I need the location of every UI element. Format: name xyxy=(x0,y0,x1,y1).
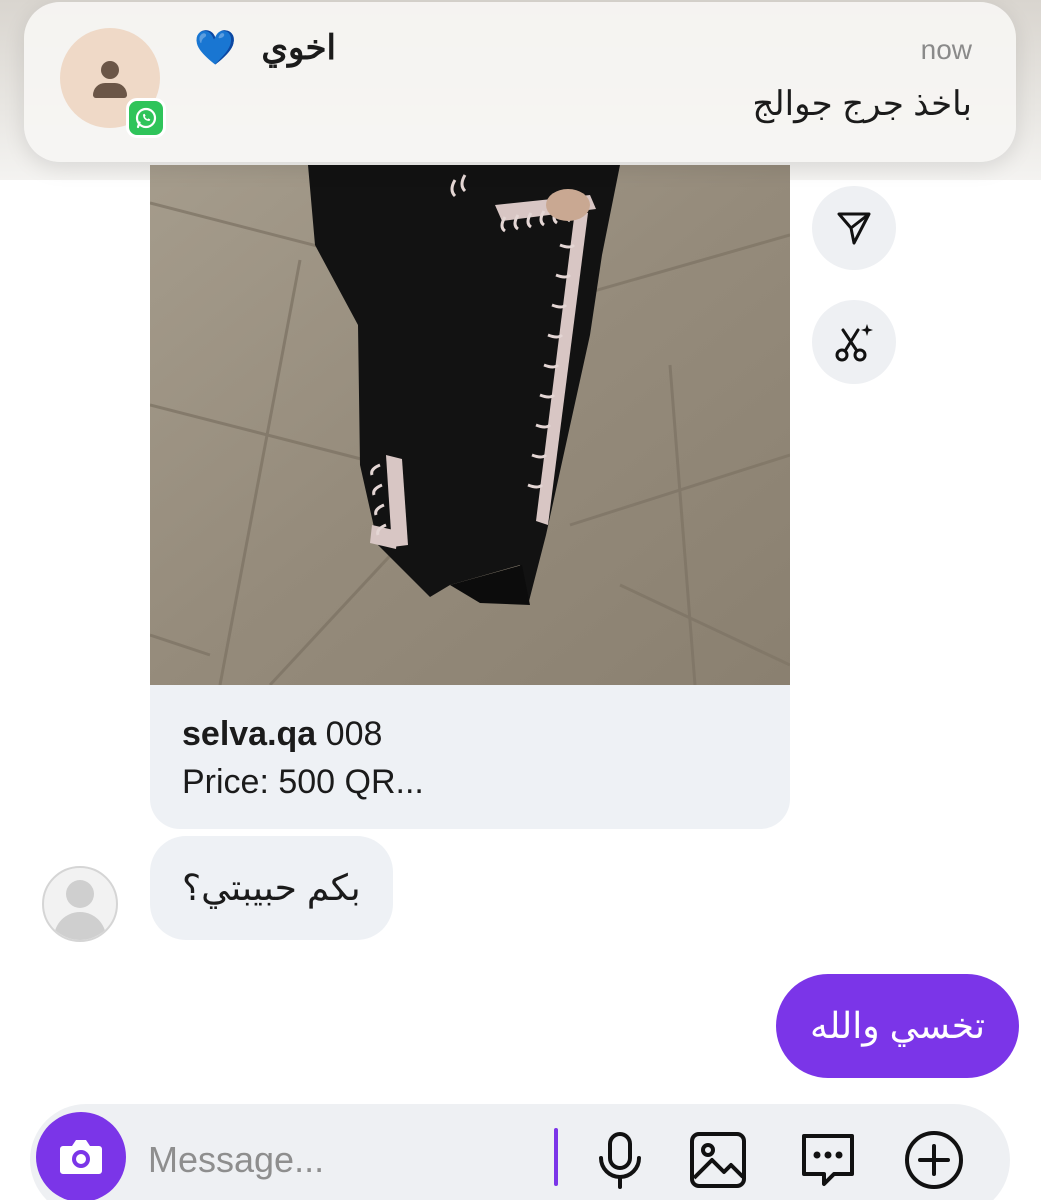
whatsapp-icon xyxy=(126,98,166,138)
gallery-button[interactable] xyxy=(686,1128,750,1192)
shared-post-image[interactable] xyxy=(150,165,790,685)
camera-button[interactable] xyxy=(36,1112,126,1200)
gallery-icon xyxy=(690,1132,746,1188)
sticker-button[interactable] xyxy=(796,1128,860,1192)
plus-button[interactable] xyxy=(902,1128,966,1192)
abaya-photo xyxy=(150,165,790,685)
share-button[interactable] xyxy=(812,186,896,270)
message-composer xyxy=(30,1104,1010,1200)
notification-message: باخذ جرج جوالج xyxy=(752,85,972,123)
post-code: 008 xyxy=(325,715,383,753)
sender-avatar[interactable] xyxy=(42,866,118,942)
microphone-icon xyxy=(599,1132,641,1189)
scissors-sparkle-icon xyxy=(835,324,873,362)
whatsapp-glyph xyxy=(135,107,157,129)
send-icon xyxy=(837,212,871,245)
sticker-icon xyxy=(802,1134,854,1186)
notification-time: now xyxy=(920,34,972,65)
text-caret xyxy=(554,1128,558,1186)
notification-banner[interactable]: 💙 اخوي now باخذ جرج جوالج xyxy=(24,2,1016,162)
avatar-placeholder-body xyxy=(54,912,106,940)
post-price: Price: 500 QR... xyxy=(182,763,424,801)
camera-icon xyxy=(60,1140,102,1174)
outgoing-message-bubble[interactable]: تخسي والله xyxy=(776,974,1019,1078)
shared-post-caption[interactable]: selva.qa 008 Price: 500 QR... xyxy=(150,685,790,829)
caption-title: selva.qa 008 xyxy=(182,715,382,754)
chat-screen: selva.qa 008 Price: 500 QR... بكم حبيبتي… xyxy=(0,0,1041,1200)
avatar-placeholder-head xyxy=(66,880,94,908)
post-username: selva.qa xyxy=(182,715,317,753)
heart-emoji: 💙 xyxy=(194,29,237,67)
incoming-message-bubble[interactable]: بكم حبيبتي؟ xyxy=(150,836,393,940)
person-icon-body xyxy=(93,83,127,98)
remix-button[interactable] xyxy=(812,300,896,384)
plus-icon xyxy=(905,1131,963,1189)
message-input[interactable] xyxy=(148,1128,538,1192)
person-icon xyxy=(101,61,119,79)
notification-sender: اخوي xyxy=(261,29,336,67)
microphone-button[interactable] xyxy=(588,1128,652,1192)
